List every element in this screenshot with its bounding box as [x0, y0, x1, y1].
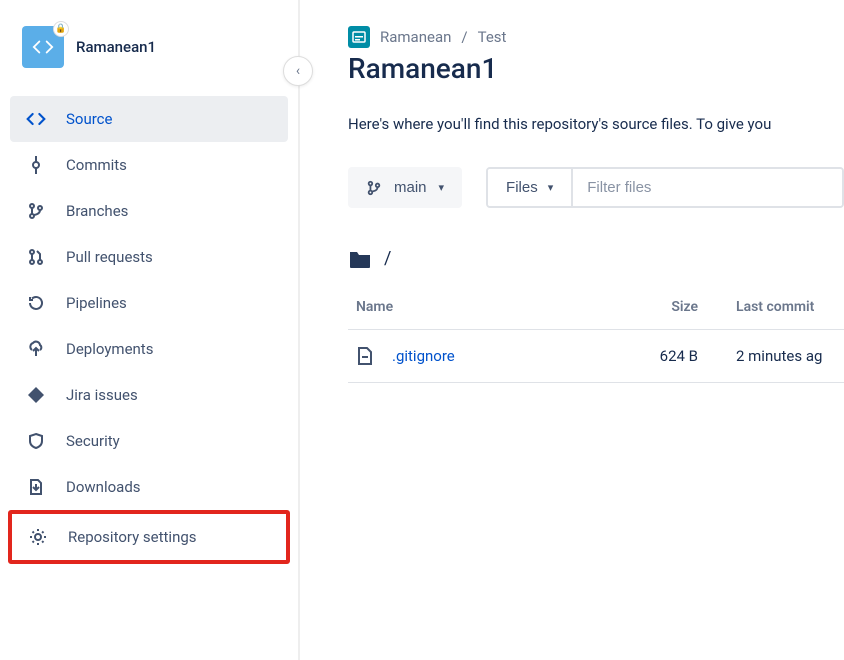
- col-name[interactable]: Name: [348, 285, 648, 330]
- file-icon: [356, 346, 374, 366]
- sidebar: 🔒 Ramanean1 Source Commits Br: [0, 0, 300, 660]
- sidebar-item-jira[interactable]: Jira issues: [10, 372, 288, 418]
- path-row: /: [348, 248, 844, 269]
- lock-icon: 🔒: [53, 21, 69, 37]
- files-dropdown[interactable]: Files ▾: [488, 169, 573, 206]
- breadcrumb-project[interactable]: Test: [478, 28, 507, 46]
- sidebar-item-label: Pull requests: [66, 248, 153, 266]
- pipeline-icon: [26, 294, 46, 312]
- code-icon: [32, 39, 54, 55]
- file-last-commit: 2 minutes ag: [728, 330, 844, 383]
- sidebar-item-label: Branches: [66, 202, 128, 220]
- highlight-settings: Repository settings: [8, 510, 290, 564]
- code-brackets-icon: [26, 112, 46, 126]
- sidebar-item-settings[interactable]: Repository settings: [12, 514, 286, 560]
- chevron-left-icon: ‹: [296, 63, 300, 79]
- files-label: Files: [506, 179, 538, 196]
- branch-name: main: [394, 179, 427, 196]
- sidebar-item-label: Repository settings: [68, 528, 197, 546]
- main-content: Ramanean / Test Ramanean1 Here's where y…: [300, 0, 844, 660]
- breadcrumb: Ramanean / Test: [348, 26, 844, 48]
- sidebar-item-commits[interactable]: Commits: [10, 142, 288, 188]
- path-text: /: [384, 248, 391, 269]
- sidebar-item-downloads[interactable]: Downloads: [10, 464, 288, 510]
- collapse-sidebar-button[interactable]: ‹: [283, 56, 313, 86]
- repo-avatar: 🔒: [22, 26, 64, 68]
- pull-request-icon: [26, 248, 46, 266]
- folder-icon: [348, 249, 372, 269]
- shield-icon: [26, 432, 46, 450]
- sidebar-item-label: Deployments: [66, 340, 153, 358]
- sidebar-item-pulls[interactable]: Pull requests: [10, 234, 288, 280]
- gear-icon: [28, 528, 48, 546]
- sidebar-item-branches[interactable]: Branches: [10, 188, 288, 234]
- filter-group: Files ▾: [486, 167, 844, 208]
- project-icon: [348, 26, 370, 48]
- filter-files-input[interactable]: [573, 169, 842, 206]
- sidebar-item-label: Downloads: [66, 478, 141, 496]
- sidebar-item-label: Jira issues: [66, 386, 138, 404]
- col-last[interactable]: Last commit: [728, 285, 844, 330]
- toolbar: main ▾ Files ▾: [348, 167, 844, 208]
- nav-list: Source Commits Branches Pull requests: [10, 96, 288, 564]
- sidebar-item-pipelines[interactable]: Pipelines: [10, 280, 288, 326]
- intro-text: Here's where you'll find this repository…: [348, 115, 844, 133]
- repo-header: 🔒 Ramanean1: [10, 20, 288, 88]
- chevron-down-icon: ▾: [439, 181, 445, 194]
- sidebar-item-label: Commits: [66, 156, 127, 174]
- branch-icon: [26, 202, 46, 220]
- download-icon: [26, 478, 46, 496]
- table-row[interactable]: .gitignore 624 B 2 minutes ag: [348, 330, 844, 383]
- sidebar-item-label: Pipelines: [66, 294, 127, 312]
- sidebar-item-security[interactable]: Security: [10, 418, 288, 464]
- breadcrumb-workspace[interactable]: Ramanean: [380, 28, 451, 46]
- sidebar-repo-name: Ramanean1: [76, 38, 156, 56]
- branch-icon: [366, 180, 382, 196]
- file-link[interactable]: .gitignore: [392, 347, 455, 365]
- file-size: 624 B: [648, 330, 728, 383]
- sidebar-item-label: Security: [66, 432, 120, 450]
- deployment-icon: [26, 340, 46, 358]
- col-size[interactable]: Size: [648, 285, 728, 330]
- branch-selector[interactable]: main ▾: [348, 167, 462, 208]
- file-table: Name Size Last commit .gitignore 624 B 2…: [348, 285, 844, 383]
- sidebar-item-deployments[interactable]: Deployments: [10, 326, 288, 372]
- breadcrumb-separator: /: [461, 28, 467, 46]
- sidebar-item-source[interactable]: Source: [10, 96, 288, 142]
- chevron-down-icon: ▾: [548, 181, 554, 194]
- jira-icon: [26, 386, 46, 404]
- page-title: Ramanean1: [348, 52, 844, 85]
- commit-icon: [26, 156, 46, 174]
- sidebar-item-label: Source: [66, 110, 112, 128]
